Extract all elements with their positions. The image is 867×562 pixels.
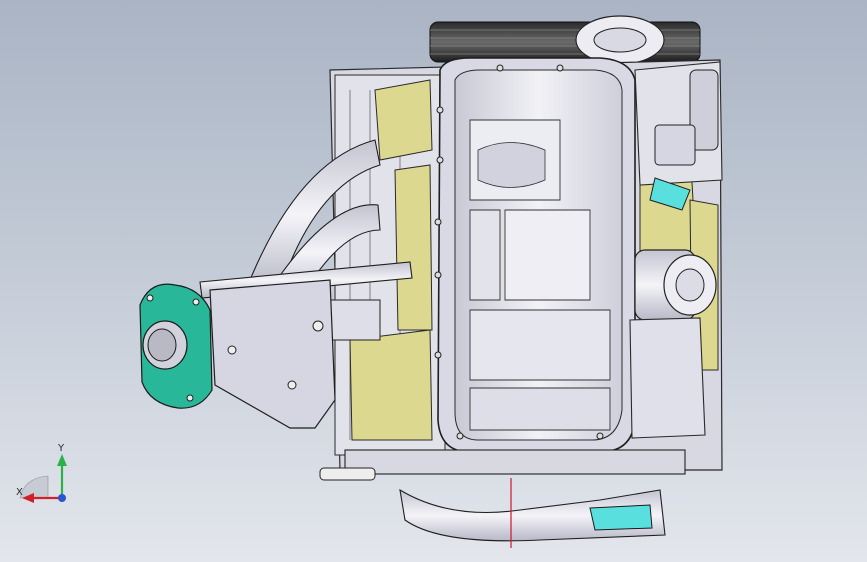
x-axis-label: X — [16, 487, 23, 498]
3d-graphics-viewport[interactable]: X Y — [0, 0, 867, 562]
lower-right-housing[interactable] — [629, 317, 706, 439]
mounting-bracket[interactable] — [209, 279, 336, 429]
oil-pan[interactable] — [434, 57, 636, 453]
oil-filter[interactable] — [634, 249, 717, 321]
alternator-assembly[interactable] — [634, 61, 723, 186]
drive-belt-pulleys[interactable] — [429, 15, 701, 65]
bottom-mounting-rail[interactable] — [319, 449, 686, 481]
exhaust-flange-gasket[interactable] — [139, 283, 213, 409]
y-axis-label: Y — [58, 443, 65, 454]
engine-assembly-model[interactable] — [0, 0, 867, 562]
z-axis-dot-icon — [58, 494, 66, 502]
y-axis-arrow-icon — [57, 454, 67, 498]
orientation-triad — [19, 454, 67, 503]
lower-hoses[interactable] — [399, 488, 666, 542]
